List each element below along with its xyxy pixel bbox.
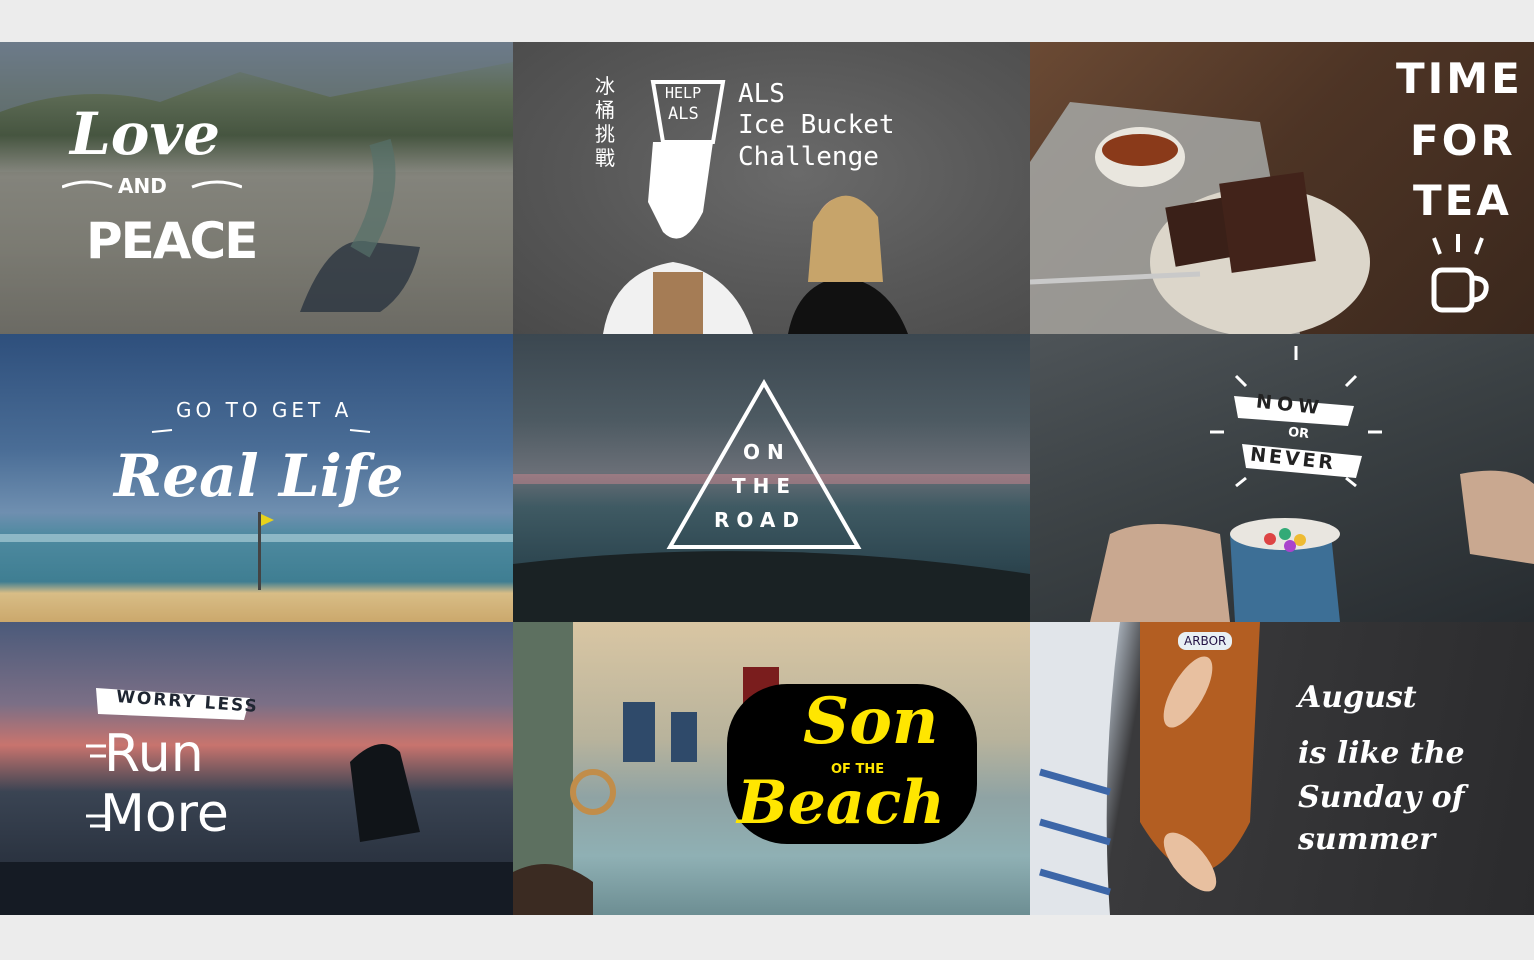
august-text: August — [1298, 680, 1417, 715]
tea-text: TEA — [1413, 176, 1512, 225]
tile-time-for-tea[interactable]: TIME FOR TEA — [1030, 42, 1534, 334]
tile-august[interactable]: ARBOR August is like the Sunday of summe… — [1030, 622, 1534, 915]
road-text: ROAD — [714, 508, 806, 532]
tile-son-of-the-beach[interactable]: Son OF THE Beach — [513, 622, 1030, 915]
title-challenge: Challenge — [738, 142, 879, 172]
or-text: OR — [1287, 424, 1310, 443]
real-life-script: Real Life — [114, 442, 404, 510]
bucket-als-label: ALS — [668, 104, 699, 124]
laurel-icon — [62, 180, 242, 189]
is-like-the-text: is like the — [1298, 736, 1465, 771]
tile-love-and-peace[interactable]: Love AND PEACE — [0, 42, 513, 334]
tile-ice-bucket-challenge[interactable]: 冰桶挑戰 HELP ALS ALS Ice Bucket Challenge — [513, 42, 1030, 334]
time-text: TIME — [1396, 54, 1523, 103]
image-grid: Love AND PEACE 冰桶挑戰 HELP ALS ALS Ice Buc… — [0, 42, 1534, 915]
beach-text: Beach — [737, 768, 945, 838]
title-als: ALS — [738, 79, 785, 109]
on-text: ON — [743, 440, 791, 464]
tile-real-life[interactable]: GO TO GET A Real Life — [0, 334, 513, 622]
the-text: THE — [732, 474, 798, 498]
peace-text: PEACE — [86, 212, 258, 270]
coffee-mug-icon — [1431, 234, 1489, 313]
run-text: Run — [104, 724, 204, 784]
bucket-help-label: HELP — [665, 84, 702, 102]
chinese-title: 冰桶挑戰 — [595, 74, 615, 170]
more-text: More — [100, 784, 229, 844]
tile-on-the-road[interactable]: ON THE ROAD — [513, 334, 1030, 622]
son-text: Son — [803, 684, 939, 759]
summer-text: summer — [1298, 822, 1436, 857]
sunday-of-text: Sunday of — [1298, 780, 1465, 815]
tile-run-more[interactable]: WORRY LESS Run More — [0, 622, 513, 915]
for-text: FOR — [1410, 116, 1516, 165]
board-label: ARBOR — [1178, 632, 1233, 650]
go-to-get-a-text: GO TO GET A — [176, 398, 353, 422]
title-ice-bucket: Ice Bucket — [738, 110, 895, 140]
tile-photo — [0, 744, 513, 915]
love-text: Love — [70, 100, 221, 168]
speed-lines — [86, 744, 106, 828]
tile-now-or-never[interactable]: NOW OR NEVER — [1030, 334, 1534, 622]
